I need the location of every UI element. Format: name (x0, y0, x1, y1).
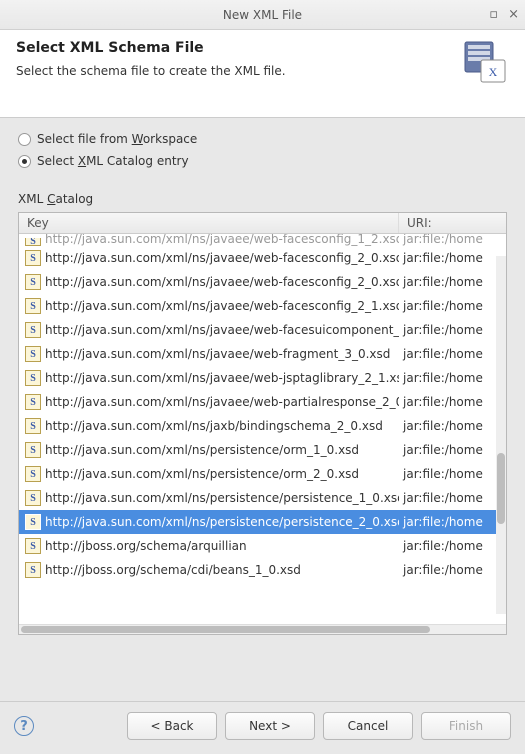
table-row[interactable]: Shttp://java.sun.com/xml/ns/javaee/web-f… (19, 318, 506, 342)
row-key: http://java.sun.com/xml/ns/javaee/web-fa… (45, 299, 399, 313)
table-row[interactable]: Shttp://java.sun.com/xml/ns/javaee/web-j… (19, 366, 506, 390)
row-key: http://jboss.org/schema/arquillian (45, 539, 399, 553)
catalog-section-label: XML Catalog (18, 192, 507, 206)
back-button[interactable]: < Back (127, 712, 217, 740)
scrollbar-thumb[interactable] (21, 626, 430, 633)
table-row[interactable]: Shttp://jboss.org/schema/arquillianjar:f… (19, 534, 506, 558)
schema-icon: S (25, 562, 41, 578)
next-button[interactable]: Next > (225, 712, 315, 740)
schema-icon: S (25, 298, 41, 314)
row-uri: jar:file:/home (399, 419, 506, 433)
row-uri: jar:file:/home (399, 251, 506, 265)
row-uri: jar:file:/home (399, 443, 506, 457)
radio-workspace-label: Select file from Workspace (37, 132, 197, 146)
row-uri: jar:file:/home (399, 371, 506, 385)
schema-icon: S (25, 238, 41, 246)
row-key: http://java.sun.com/xml/ns/jaxb/bindings… (45, 419, 399, 433)
table-row[interactable]: Shttp://java.sun.com/xml/ns/persistence/… (19, 510, 506, 534)
radio-icon (18, 133, 31, 146)
button-bar: ? < Back Next > Cancel Finish (0, 701, 525, 754)
row-key: http://java.sun.com/xml/ns/javaee/web-fa… (45, 275, 399, 289)
schema-icon: S (25, 442, 41, 458)
row-uri: jar:file:/home (399, 395, 506, 409)
table-row[interactable]: Shttp://java.sun.com/xml/ns/javaee/web-f… (19, 294, 506, 318)
table-row[interactable]: Shttp://java.sun.com/xml/ns/persistence/… (19, 486, 506, 510)
schema-icon: S (25, 346, 41, 362)
radio-catalog[interactable]: Select XML Catalog entry (18, 154, 507, 168)
table-header: Key URI: (19, 213, 506, 234)
schema-icon: S (25, 274, 41, 290)
table-row[interactable]: Shttp://java.sun.com/xml/ns/javaee/web-f… (19, 246, 506, 270)
schema-icon: S (25, 250, 41, 266)
xml-file-icon: X (463, 40, 509, 86)
table-row[interactable]: Shttp://java.sun.com/xml/ns/javaee/web-f… (19, 342, 506, 366)
column-uri[interactable]: URI: (399, 213, 506, 233)
table-row[interactable]: Shttp://java.sun.com/xml/ns/jaxb/binding… (19, 414, 506, 438)
row-key: http://java.sun.com/xml/ns/persistence/p… (45, 515, 399, 529)
schema-icon: S (25, 418, 41, 434)
table-row[interactable]: Shttp://java.sun.com/xml/ns/persistence/… (19, 438, 506, 462)
vertical-scrollbar[interactable] (496, 256, 506, 614)
schema-icon: S (25, 538, 41, 554)
window-title: New XML File (223, 8, 302, 22)
row-uri: jar:file:/home (399, 234, 506, 246)
window-controls: ▫ × (489, 7, 519, 22)
finish-button: Finish (421, 712, 511, 740)
schema-icon: S (25, 394, 41, 410)
schema-icon: S (25, 370, 41, 386)
wizard-banner: Select XML Schema File Select the schema… (0, 30, 525, 118)
row-uri: jar:file:/home (399, 563, 506, 577)
row-uri: jar:file:/home (399, 515, 506, 529)
svg-text:X: X (489, 65, 498, 79)
schema-icon: S (25, 490, 41, 506)
schema-icon: S (25, 466, 41, 482)
row-key: http://jboss.org/schema/cdi/beans_1_0.xs… (45, 563, 399, 577)
row-key: http://java.sun.com/xml/ns/javaee/web-pa… (45, 395, 399, 409)
banner-subheading: Select the schema file to create the XML… (16, 64, 509, 78)
catalog-table: Key URI: Shttp://java.sun.com/xml/ns/jav… (18, 212, 507, 635)
table-row[interactable]: Shttp://java.sun.com/xml/ns/javaee/web-p… (19, 390, 506, 414)
row-key: http://java.sun.com/xml/ns/persistence/p… (45, 491, 399, 505)
column-key[interactable]: Key (19, 213, 399, 233)
schema-icon: S (25, 514, 41, 530)
radio-catalog-label: Select XML Catalog entry (37, 154, 189, 168)
banner-heading: Select XML Schema File (16, 40, 509, 56)
row-key: http://java.sun.com/xml/ns/javaee/web-fa… (45, 323, 399, 337)
titlebar: New XML File ▫ × (0, 0, 525, 30)
table-row[interactable]: Shttp://java.sun.com/xml/ns/javaee/web-f… (19, 270, 506, 294)
cancel-button[interactable]: Cancel (323, 712, 413, 740)
source-radio-group: Select file from Workspace Select XML Ca… (18, 132, 507, 176)
dialog-window: New XML File ▫ × Select XML Schema File … (0, 0, 525, 754)
table-body: Shttp://java.sun.com/xml/ns/javaee/web-f… (19, 234, 506, 624)
row-uri: jar:file:/home (399, 275, 506, 289)
row-key: http://java.sun.com/xml/ns/javaee/web-fr… (45, 347, 399, 361)
minimize-icon[interactable]: ▫ (489, 7, 498, 22)
schema-icon: S (25, 322, 41, 338)
row-key: http://java.sun.com/xml/ns/persistence/o… (45, 443, 399, 457)
horizontal-scrollbar[interactable] (19, 624, 506, 634)
table-row[interactable]: Shttp://java.sun.com/xml/ns/persistence/… (19, 462, 506, 486)
row-uri: jar:file:/home (399, 539, 506, 553)
table-row[interactable]: Shttp://jboss.org/schema/cdi/beans_1_0.x… (19, 558, 506, 582)
row-uri: jar:file:/home (399, 491, 506, 505)
table-row[interactable]: Shttp://java.sun.com/xml/ns/javaee/web-f… (19, 234, 506, 246)
radio-icon (18, 155, 31, 168)
content-area: Select file from Workspace Select XML Ca… (0, 118, 525, 701)
row-key: http://java.sun.com/xml/ns/persistence/o… (45, 467, 399, 481)
help-button[interactable]: ? (14, 716, 34, 736)
row-key: http://java.sun.com/xml/ns/javaee/web-fa… (45, 251, 399, 265)
row-key: http://java.sun.com/xml/ns/javaee/web-fa… (45, 234, 399, 246)
row-uri: jar:file:/home (399, 347, 506, 361)
row-uri: jar:file:/home (399, 299, 506, 313)
row-key: http://java.sun.com/xml/ns/javaee/web-js… (45, 371, 399, 385)
scrollbar-thumb[interactable] (497, 453, 505, 525)
row-uri: jar:file:/home (399, 467, 506, 481)
row-uri: jar:file:/home (399, 323, 506, 337)
close-icon[interactable]: × (508, 7, 519, 22)
spacer (18, 635, 507, 693)
radio-workspace[interactable]: Select file from Workspace (18, 132, 507, 146)
